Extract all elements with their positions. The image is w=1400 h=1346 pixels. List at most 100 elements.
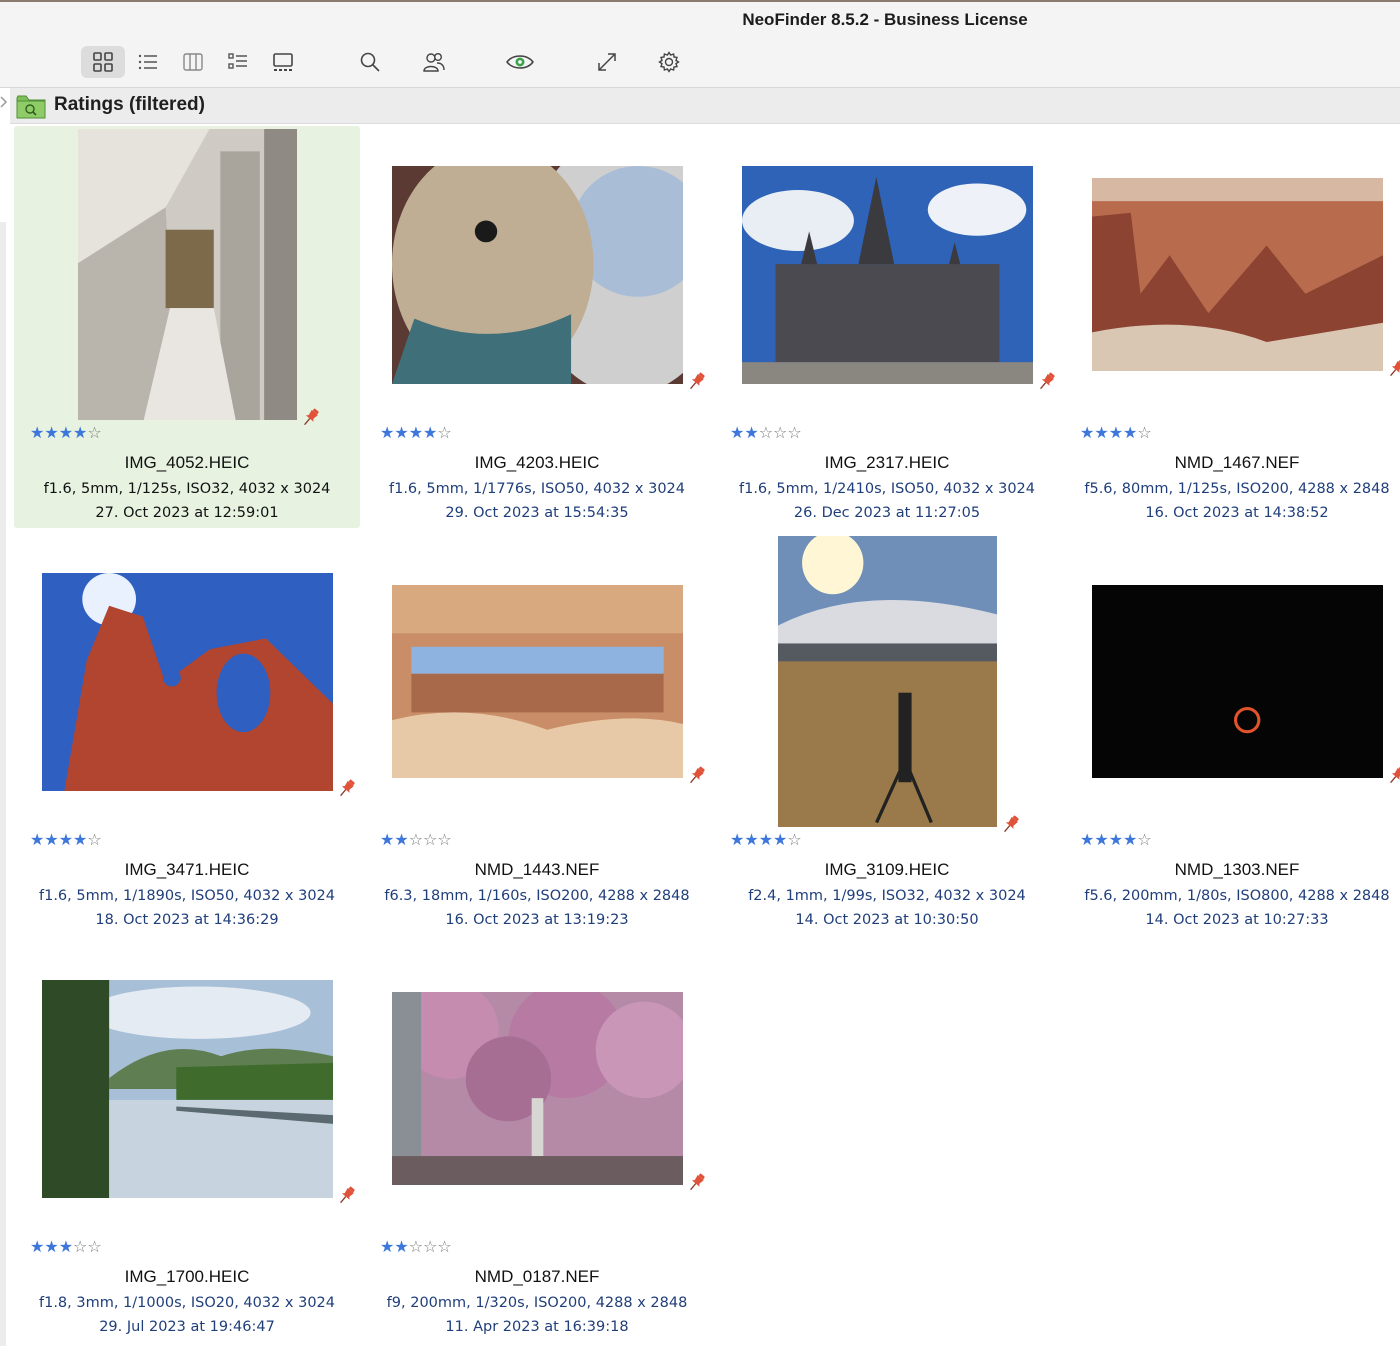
star-filled-icon[interactable]: ★ bbox=[744, 425, 758, 442]
star-filled-icon[interactable]: ★ bbox=[1080, 425, 1094, 442]
gallery-view-icon[interactable] bbox=[261, 46, 305, 78]
pin-icon[interactable] bbox=[1386, 764, 1400, 786]
thumbnail-image[interactable] bbox=[1092, 178, 1383, 371]
star-empty-icon[interactable]: ☆ bbox=[409, 1239, 423, 1256]
star-filled-icon[interactable]: ★ bbox=[759, 832, 773, 849]
thumbnail-image[interactable] bbox=[42, 980, 333, 1198]
thumbnail-image[interactable] bbox=[42, 573, 333, 791]
column-view-icon[interactable] bbox=[171, 46, 215, 78]
thumbnail-cell[interactable]: ★★★☆☆ IMG_1700.HEIC f1.8, 3mm, 1/1000s, IS… bbox=[14, 940, 360, 1342]
people-icon[interactable] bbox=[412, 46, 456, 78]
star-filled-icon[interactable]: ★ bbox=[380, 832, 394, 849]
star-empty-icon[interactable]: ☆ bbox=[423, 1239, 437, 1256]
pin-icon[interactable] bbox=[1036, 370, 1058, 392]
thumbnail-cell[interactable]: ★★☆☆☆ IMG_2317.HEIC f1.6, 5mm, 1/2410s, IS… bbox=[714, 126, 1060, 528]
thumbnail-cell[interactable]: ★★★★☆ IMG_4203.HEIC f1.6, 5mm, 1/1776s, IS… bbox=[364, 126, 710, 528]
thumbnail-image[interactable] bbox=[1092, 585, 1383, 778]
grid-view-icon[interactable] bbox=[81, 46, 125, 78]
rating-stars[interactable]: ★★★★☆ bbox=[30, 426, 102, 442]
search-icon[interactable] bbox=[348, 46, 392, 78]
thumbnail-image[interactable] bbox=[78, 129, 297, 420]
rating-stars[interactable]: ★★★★☆ bbox=[730, 833, 802, 849]
thumbnail-image[interactable] bbox=[392, 992, 683, 1185]
star-filled-icon[interactable]: ★ bbox=[1109, 425, 1123, 442]
star-filled-icon[interactable]: ★ bbox=[773, 832, 787, 849]
rating-stars[interactable]: ★★☆☆☆ bbox=[380, 833, 452, 849]
star-filled-icon[interactable]: ★ bbox=[394, 832, 408, 849]
star-filled-icon[interactable]: ★ bbox=[44, 425, 58, 442]
star-filled-icon[interactable]: ★ bbox=[44, 832, 58, 849]
star-filled-icon[interactable]: ★ bbox=[394, 1239, 408, 1256]
star-filled-icon[interactable]: ★ bbox=[1080, 832, 1094, 849]
star-empty-icon[interactable]: ☆ bbox=[87, 1239, 101, 1256]
thumbnail-cell[interactable]: ★★☆☆☆ NMD_1443.NEF f6.3, 18mm, 1/160s, ISO… bbox=[364, 533, 710, 935]
star-filled-icon[interactable]: ★ bbox=[744, 832, 758, 849]
rating-stars[interactable]: ★★★★☆ bbox=[30, 833, 102, 849]
pin-icon[interactable] bbox=[300, 406, 322, 428]
thumbnail-cell[interactable]: ★★★★☆ IMG_3471.HEIC f1.6, 5mm, 1/1890s, IS… bbox=[14, 533, 360, 935]
star-empty-icon[interactable]: ☆ bbox=[773, 425, 787, 442]
star-filled-icon[interactable]: ★ bbox=[423, 425, 437, 442]
rating-stars[interactable]: ★★★★☆ bbox=[380, 426, 452, 442]
thumbnail-cell[interactable]: ★★★★☆ IMG_3109.HEIC f2.4, 1mm, 1/99s, ISO3… bbox=[714, 533, 1060, 935]
thumbnail-cell[interactable]: ★★☆☆☆ NMD_0187.NEF f9, 200mm, 1/320s, ISO2… bbox=[364, 940, 710, 1342]
star-empty-icon[interactable]: ☆ bbox=[437, 832, 451, 849]
star-filled-icon[interactable]: ★ bbox=[44, 1239, 58, 1256]
rating-stars[interactable]: ★★★★☆ bbox=[1080, 833, 1152, 849]
pin-icon[interactable] bbox=[686, 370, 708, 392]
star-empty-icon[interactable]: ☆ bbox=[423, 832, 437, 849]
pin-icon[interactable] bbox=[1386, 357, 1400, 379]
star-filled-icon[interactable]: ★ bbox=[1094, 832, 1108, 849]
pin-icon[interactable] bbox=[686, 1171, 708, 1193]
fullscreen-icon[interactable] bbox=[585, 46, 629, 78]
pin-icon[interactable] bbox=[1000, 813, 1022, 835]
star-empty-icon[interactable]: ☆ bbox=[787, 425, 801, 442]
star-filled-icon[interactable]: ★ bbox=[1109, 832, 1123, 849]
thumbnail-image[interactable] bbox=[392, 166, 683, 384]
star-empty-icon[interactable]: ☆ bbox=[1137, 832, 1151, 849]
thumbnail-cell[interactable]: ★★★★☆ IMG_4052.HEIC f1.6, 5mm, 1/125s, ISO… bbox=[14, 126, 360, 528]
star-filled-icon[interactable]: ★ bbox=[1123, 832, 1137, 849]
thumbnail-image[interactable] bbox=[778, 536, 997, 827]
star-filled-icon[interactable]: ★ bbox=[30, 832, 44, 849]
star-filled-icon[interactable]: ★ bbox=[1123, 425, 1137, 442]
star-filled-icon[interactable]: ★ bbox=[59, 1239, 73, 1256]
star-filled-icon[interactable]: ★ bbox=[730, 832, 744, 849]
star-empty-icon[interactable]: ☆ bbox=[787, 832, 801, 849]
star-empty-icon[interactable]: ☆ bbox=[87, 832, 101, 849]
star-filled-icon[interactable]: ★ bbox=[73, 425, 87, 442]
pin-icon[interactable] bbox=[336, 1184, 358, 1206]
star-filled-icon[interactable]: ★ bbox=[380, 425, 394, 442]
star-filled-icon[interactable]: ★ bbox=[73, 832, 87, 849]
star-empty-icon[interactable]: ☆ bbox=[437, 1239, 451, 1256]
star-filled-icon[interactable]: ★ bbox=[30, 425, 44, 442]
star-empty-icon[interactable]: ☆ bbox=[759, 425, 773, 442]
thumbnail-image[interactable] bbox=[742, 166, 1033, 384]
pin-icon[interactable] bbox=[336, 777, 358, 799]
star-empty-icon[interactable]: ☆ bbox=[437, 425, 451, 442]
thumbnail-cell[interactable]: ★★★★☆ NMD_1303.NEF f5.6, 200mm, 1/80s, ISO… bbox=[1064, 533, 1400, 935]
rating-stars[interactable]: ★★★★☆ bbox=[1080, 426, 1152, 442]
star-empty-icon[interactable]: ☆ bbox=[73, 1239, 87, 1256]
pin-icon[interactable] bbox=[686, 764, 708, 786]
rating-stars[interactable]: ★★☆☆☆ bbox=[380, 1240, 452, 1256]
star-empty-icon[interactable]: ☆ bbox=[87, 425, 101, 442]
star-filled-icon[interactable]: ★ bbox=[59, 425, 73, 442]
eye-icon[interactable] bbox=[498, 46, 542, 78]
rating-stars[interactable]: ★★★☆☆ bbox=[30, 1240, 102, 1256]
rating-stars[interactable]: ★★☆☆☆ bbox=[730, 426, 802, 442]
star-filled-icon[interactable]: ★ bbox=[409, 425, 423, 442]
star-filled-icon[interactable]: ★ bbox=[1094, 425, 1108, 442]
star-empty-icon[interactable]: ☆ bbox=[409, 832, 423, 849]
star-filled-icon[interactable]: ★ bbox=[59, 832, 73, 849]
star-filled-icon[interactable]: ★ bbox=[380, 1239, 394, 1256]
star-empty-icon[interactable]: ☆ bbox=[1137, 425, 1151, 442]
star-filled-icon[interactable]: ★ bbox=[394, 425, 408, 442]
outline-view-icon[interactable] bbox=[216, 46, 260, 78]
list-view-icon[interactable] bbox=[126, 46, 170, 78]
star-filled-icon[interactable]: ★ bbox=[730, 425, 744, 442]
thumbnail-image[interactable] bbox=[392, 585, 683, 778]
star-filled-icon[interactable]: ★ bbox=[30, 1239, 44, 1256]
chevron-right-icon[interactable] bbox=[0, 92, 8, 112]
gear-icon[interactable] bbox=[647, 46, 691, 78]
